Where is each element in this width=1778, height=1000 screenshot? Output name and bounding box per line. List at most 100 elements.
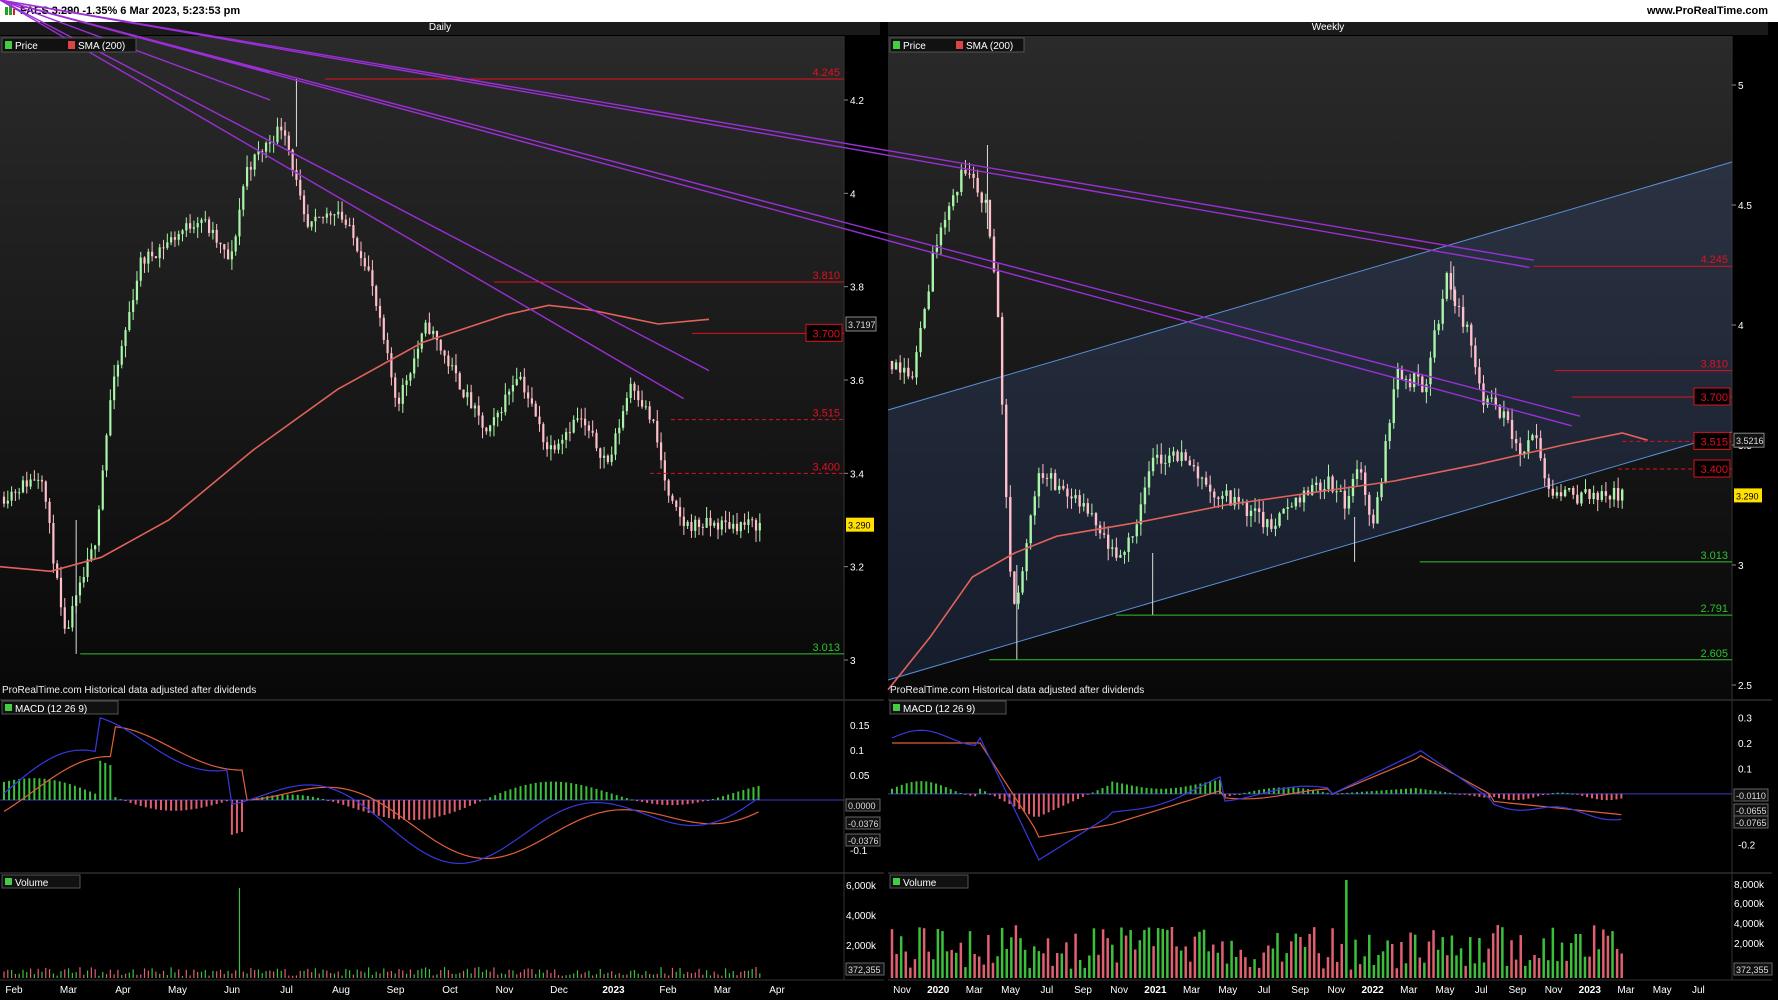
candle-body <box>903 367 906 373</box>
candle-body <box>1502 411 1506 418</box>
volume-bar <box>694 972 696 978</box>
macd-tick-label: 0.1 <box>1738 764 1752 775</box>
volume-bar <box>1290 941 1293 978</box>
macd-histogram-bar <box>463 800 466 808</box>
candle-body <box>591 430 594 433</box>
candle-body <box>1208 484 1212 492</box>
volume-bar <box>1446 955 1449 978</box>
candle-body <box>185 223 188 231</box>
candle-body <box>1400 368 1404 380</box>
volume-bar <box>413 974 415 978</box>
macd-histogram-bar <box>1542 793 1545 796</box>
volume-bar <box>1097 954 1100 978</box>
chart-canvas[interactable]: 4.245 3.810 3.700 3.515 3.400 3.013 4.2 4 3.8 3.6… <box>0 0 1778 1000</box>
macd-histogram-bar <box>1341 793 1344 795</box>
candle-body <box>340 211 344 220</box>
candle-body <box>690 521 693 531</box>
candle-body <box>515 379 518 386</box>
volume-bar <box>728 973 731 978</box>
volume-bar <box>1124 935 1128 978</box>
volume-bar <box>1404 963 1408 978</box>
candle-body <box>135 280 139 301</box>
macd-histogram-bar <box>175 800 178 811</box>
candle-body <box>462 389 465 398</box>
price-pane[interactable] <box>0 36 844 700</box>
volume-bar <box>159 973 161 978</box>
candle-body <box>154 256 158 259</box>
volume-bar <box>1427 941 1431 978</box>
x-axis-label: 2023 <box>1579 985 1602 996</box>
macd-histogram-bar <box>519 786 522 800</box>
volume-bar <box>185 969 187 978</box>
candle-body <box>1368 494 1371 515</box>
candle-body <box>2 496 6 504</box>
volume-bar <box>1267 945 1270 978</box>
volume-bar <box>1592 925 1596 978</box>
volume-bar <box>208 975 210 978</box>
volume-bar <box>1491 933 1495 978</box>
volume-bar <box>333 973 336 978</box>
macd-histogram-bar <box>1199 783 1202 794</box>
volume-tick-label: 6,000k <box>846 881 877 892</box>
volume-bar <box>1597 949 1600 978</box>
candle-body <box>1266 519 1269 528</box>
level-label-3.700: 3.700 <box>1700 392 1728 404</box>
volume-bar <box>1147 927 1151 978</box>
volume-bar <box>1524 965 1527 978</box>
volume-bar <box>151 968 153 978</box>
macd-histogram-bar <box>610 793 613 800</box>
sma-swatch-icon <box>956 41 963 49</box>
candle-body <box>610 454 613 462</box>
candle-body <box>1327 476 1330 490</box>
candle-body <box>139 257 142 281</box>
volume-bar <box>33 974 35 978</box>
candle-body <box>492 417 496 426</box>
candle-body <box>527 392 530 399</box>
volume-bar <box>1271 948 1275 978</box>
volume-pane[interactable] <box>0 874 844 980</box>
volume-bar <box>1253 959 1256 978</box>
x-axis-label: Feb <box>659 985 677 996</box>
volume-bar <box>197 971 199 978</box>
candle-body <box>1213 491 1216 498</box>
x-axis-label: Mar <box>1183 985 1201 996</box>
macd-histogram-bar <box>1453 793 1456 795</box>
volume-bar <box>1331 928 1334 978</box>
volume-bar <box>428 969 430 978</box>
volume-bar <box>637 973 639 978</box>
macd-histogram-bar <box>944 787 947 794</box>
volume-bar <box>113 974 115 978</box>
macd-histogram-bar <box>1385 790 1388 794</box>
macd-histogram-bar <box>1351 792 1354 794</box>
macd-histogram-bar <box>910 782 913 794</box>
macd-pane[interactable] <box>0 700 844 872</box>
candle-body <box>1017 592 1020 604</box>
macd-histogram-bar <box>998 793 1001 799</box>
candle-body <box>56 563 59 578</box>
volume-bar <box>740 971 742 978</box>
candle-body <box>1404 378 1408 380</box>
volume-bar <box>652 974 655 978</box>
candle-body <box>1009 497 1012 572</box>
volume-bar <box>679 967 681 978</box>
macd-histogram-bar <box>727 794 730 800</box>
volume-bar <box>649 973 651 978</box>
candle-body <box>1572 488 1575 495</box>
y-tick-label: 4.5 <box>1738 201 1752 212</box>
candle-body <box>1457 306 1461 308</box>
macd-histogram-bar <box>600 790 603 800</box>
candle-body <box>919 327 922 353</box>
candle-body <box>1184 452 1187 461</box>
volume-bar <box>447 970 449 978</box>
volume-bar <box>895 953 898 978</box>
candle-body <box>890 361 894 370</box>
data-footer: ProRealTime.com Historical data adjusted… <box>2 685 256 696</box>
candle-body <box>245 167 249 187</box>
candle-body <box>321 216 325 218</box>
volume-bar <box>223 974 225 978</box>
macd-histogram-bar <box>1228 793 1231 797</box>
candle-body <box>132 300 135 312</box>
candle-body <box>219 242 222 245</box>
volume-bar <box>1234 957 1238 978</box>
candle-body <box>306 214 309 227</box>
